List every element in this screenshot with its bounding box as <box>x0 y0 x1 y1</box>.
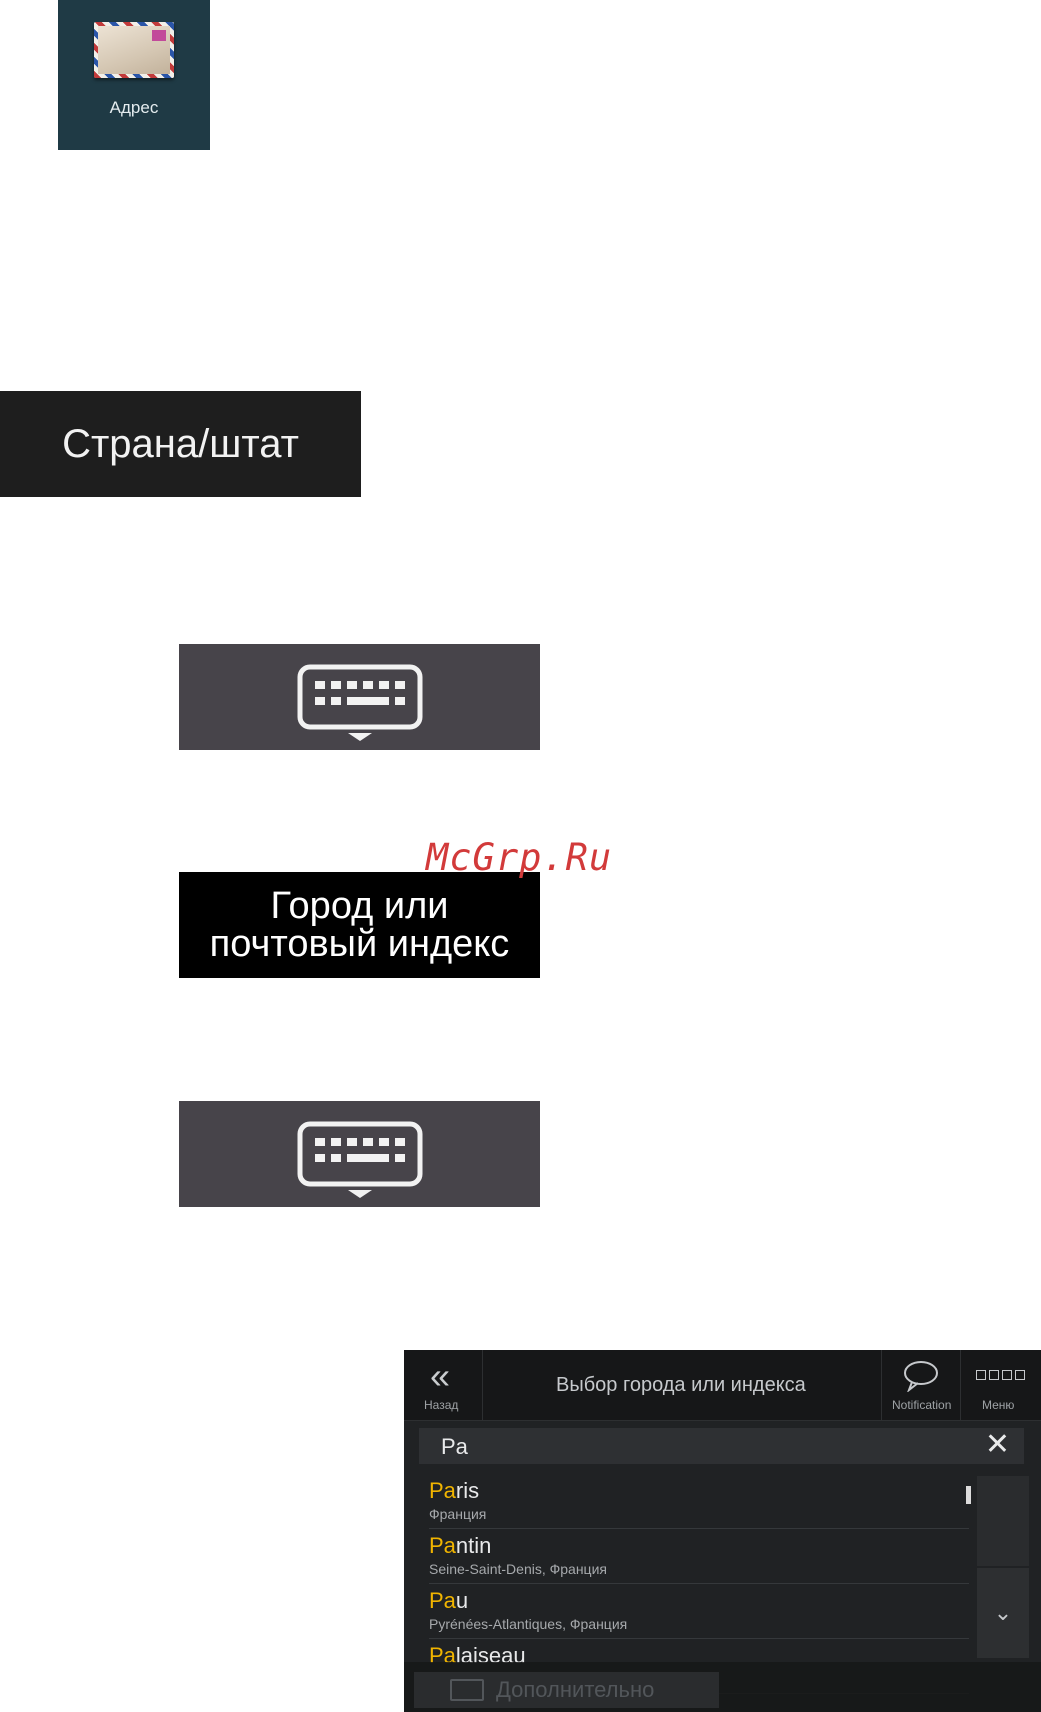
city-button-line2: почтовый индекс <box>209 923 510 965</box>
notification-label: Notification <box>892 1398 952 1412</box>
close-icon[interactable]: ✕ <box>985 1430 1010 1460</box>
country-state-label: Страна/штат <box>62 421 299 466</box>
address-tile-label: Адрес <box>109 98 159 117</box>
grid-boxes-icon <box>976 1370 1025 1380</box>
more-label: Дополнительно <box>496 1677 655 1702</box>
result-city: Pantin <box>429 1533 492 1558</box>
result-city: Pau <box>429 1588 469 1613</box>
city-search-screen: « Назад Выбор города или индекса Notific… <box>404 1350 1041 1712</box>
result-region: Pyrénées-Atlantiques, Франция <box>429 1616 628 1632</box>
chevron-down-icon: ⌄ <box>993 1600 1013 1625</box>
keyboard-icon <box>297 664 422 741</box>
back-label: Назад <box>424 1398 459 1412</box>
result-region: Seine-Saint-Denis, Франция <box>429 1561 607 1577</box>
country-state-button[interactable]: Страна/штат <box>0 391 361 497</box>
results-list: Paris Франция Pantin Seine-Saint-Denis, … <box>429 1474 969 1694</box>
list-icon <box>450 1679 484 1701</box>
scroll-up-button[interactable] <box>977 1476 1029 1566</box>
list-item[interactable]: Pau Pyrénées-Atlantiques, Франция <box>429 1584 969 1639</box>
menu-button[interactable]: Меню <box>960 1350 1041 1420</box>
scroll-down-button[interactable]: ⌄ <box>977 1568 1029 1658</box>
more-button[interactable]: Дополнительно <box>414 1672 719 1708</box>
keyboard-button-1[interactable] <box>179 644 540 750</box>
city-button-line1: Город или <box>270 885 449 927</box>
notification-button[interactable]: Notification <box>881 1350 961 1420</box>
screen-header: « Назад Выбор города или индекса Notific… <box>404 1350 1041 1421</box>
list-item[interactable]: Pantin Seine-Saint-Denis, Франция <box>429 1529 969 1584</box>
search-value: Pa <box>441 1434 468 1459</box>
list-item[interactable]: Paris Франция <box>429 1474 969 1529</box>
menu-label: Меню <box>982 1398 1015 1412</box>
watermark: McGrp.Ru <box>426 836 613 879</box>
speech-bubble-icon <box>904 1361 938 1392</box>
search-input[interactable]: Pa ✕ <box>419 1428 1024 1464</box>
result-region: Франция <box>429 1506 487 1522</box>
address-tile[interactable]: Адрес <box>58 0 210 150</box>
result-city: Paris <box>429 1478 480 1503</box>
scrollbar[interactable] <box>966 1486 971 1504</box>
envelope-icon <box>94 22 174 78</box>
keyboard-button-2[interactable] <box>179 1101 540 1207</box>
bottom-bar: Дополнительно <box>404 1662 1041 1712</box>
double-chevron-left-icon: « <box>430 1355 451 1396</box>
keyboard-icon <box>297 1121 422 1198</box>
back-button[interactable]: « Назад <box>404 1350 483 1420</box>
city-postal-code-button[interactable]: Город или почтовый индекс <box>179 872 540 978</box>
